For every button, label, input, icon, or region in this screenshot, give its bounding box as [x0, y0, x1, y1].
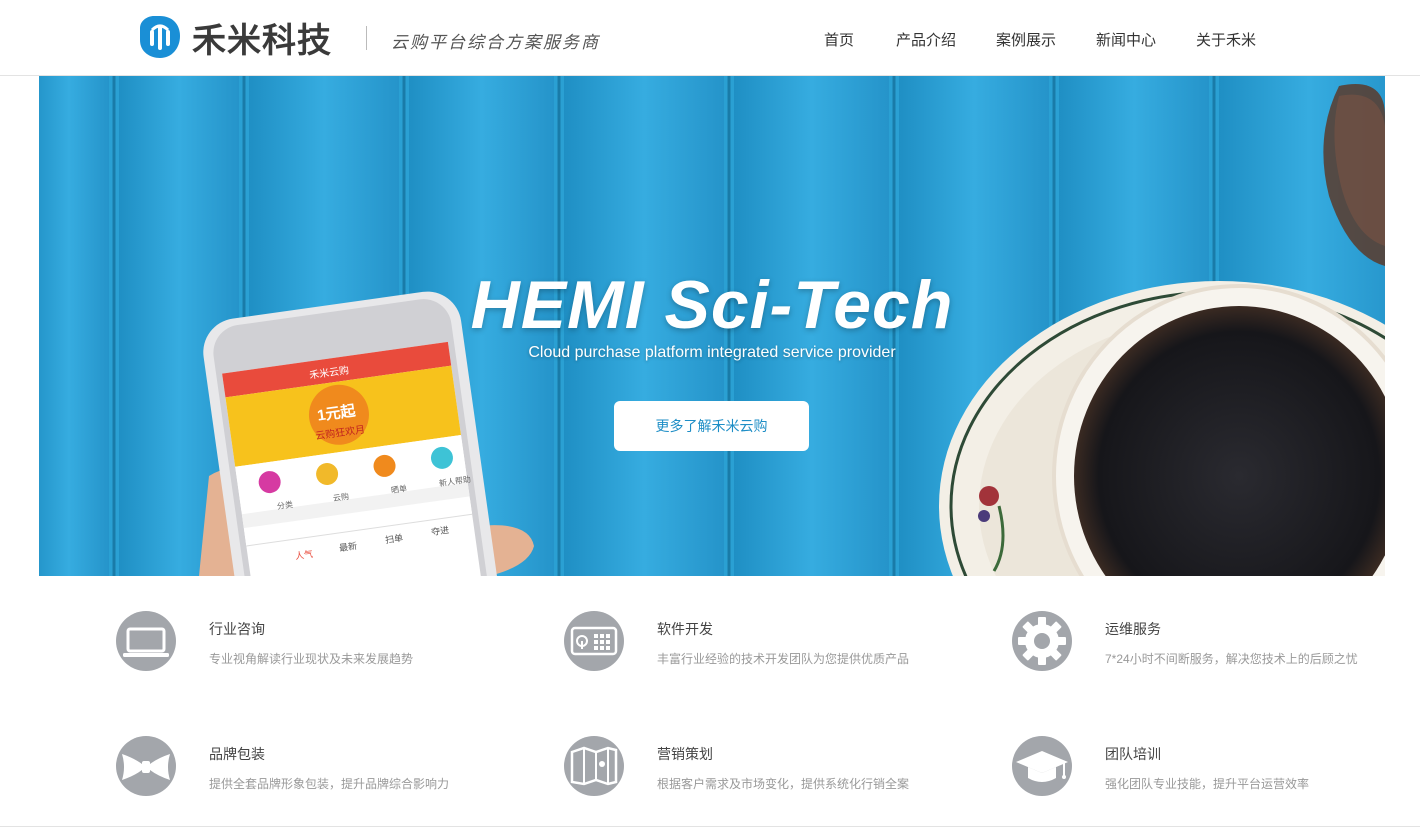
service-desc: 强化团队专业技能，提升平台运营效率: [1105, 777, 1310, 791]
phone-tab-1: 人气: [294, 548, 314, 562]
main-nav: 首页 产品介绍 案例展示 新闻中心 关于禾米: [0, 29, 1420, 51]
service-title: 运维服务: [1105, 621, 1161, 637]
service-title: 软件开发: [657, 621, 713, 637]
gear-icon: [1012, 611, 1072, 671]
nav-item-products[interactable]: 产品介绍: [896, 29, 956, 50]
service-desc: 专业视角解读行业现状及未来发展趋势: [209, 652, 414, 666]
site-header: 禾米科技 云购平台综合方案服务商 首页 产品介绍 案例展示 新闻中心 关于禾米: [0, 0, 1420, 76]
service-item[interactable]: 营销策划 根据客户需求及市场变化，提供系统化行销全案: [564, 736, 944, 806]
service-title: 团队培训: [1105, 746, 1161, 762]
service-title: 行业咨询: [209, 621, 265, 637]
service-desc: 丰富行业经验的技术开发团队为您提供优质产品: [657, 652, 910, 666]
phone-icon-label-1: 分类: [276, 499, 294, 512]
learn-more-button[interactable]: 更多了解禾米云购: [614, 401, 809, 451]
service-item[interactable]: 运维服务 7*24小时不间断服务，解决您技术上的后顾之忧: [1012, 611, 1392, 681]
phone-tab-3: 扫单: [384, 532, 404, 546]
nav-item-home[interactable]: 首页: [824, 29, 854, 50]
phone-icon-label-2: 云购: [332, 491, 350, 504]
service-desc: 7*24小时不间断服务，解决您技术上的后顾之忧: [1105, 652, 1358, 666]
device-icon: [564, 611, 624, 671]
map-icon: [564, 736, 624, 796]
hero-title: HEMI Sci-Tech: [470, 267, 954, 343]
service-title: 品牌包装: [209, 746, 265, 762]
laptop-icon: [116, 611, 176, 671]
nav-item-news[interactable]: 新闻中心: [1096, 29, 1156, 50]
nav-item-cases[interactable]: 案例展示: [996, 29, 1056, 50]
service-item[interactable]: 行业咨询 专业视角解读行业现状及未来发展趋势: [116, 611, 496, 681]
service-desc: 提供全套品牌形象包装，提升品牌综合影响力: [209, 777, 450, 791]
phone-tab-4: 夺进: [430, 524, 450, 538]
hero-banner: 禾米云购 1元起 云购狂欢月 分类 云购 晒单 新人帮助 人气 最新 扫单 夺进…: [39, 76, 1385, 576]
service-title: 营销策划: [657, 746, 713, 762]
service-item[interactable]: 品牌包装 提供全套品牌形象包装，提升品牌综合影响力: [116, 736, 496, 806]
phone-icon-label-3: 晒单: [390, 483, 408, 496]
bowtie-icon: [116, 736, 176, 796]
service-desc: 根据客户需求及市场变化，提供系统化行销全案: [657, 777, 910, 791]
service-item[interactable]: 软件开发 丰富行业经验的技术开发团队为您提供优质产品: [564, 611, 944, 681]
nav-item-about[interactable]: 关于禾米: [1196, 29, 1256, 50]
footer-divider: [0, 826, 1420, 827]
phone-tab-2: 最新: [338, 540, 358, 554]
graduation-cap-icon: [1012, 736, 1072, 796]
hero-subtitle: Cloud purchase platform integrated servi…: [528, 344, 896, 361]
service-item[interactable]: 团队培训 强化团队专业技能，提升平台运营效率: [1012, 736, 1392, 806]
